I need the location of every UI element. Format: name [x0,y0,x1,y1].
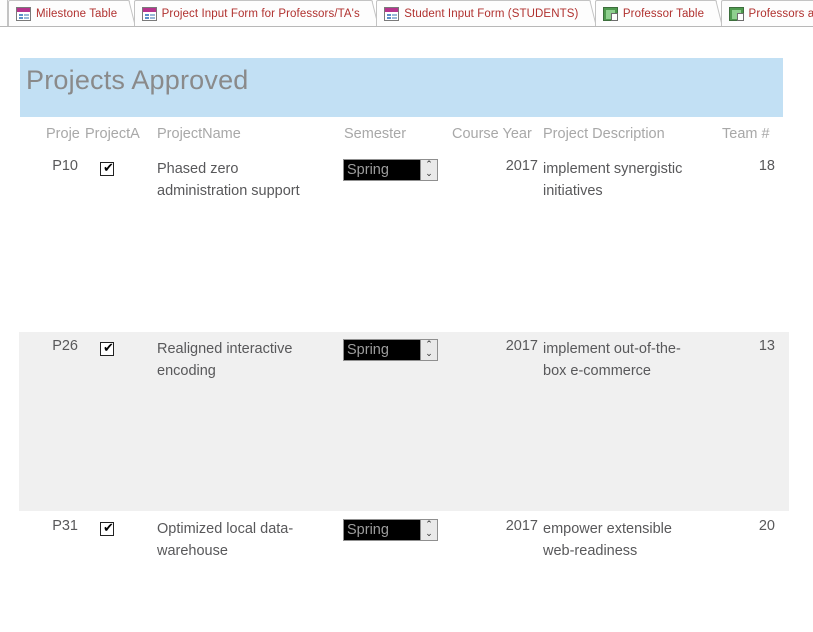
cell-project-name: Phased zero administration support [157,161,300,199]
cell-project-description: implement out-of-the-box e-commerce [543,341,681,379]
chevron-down-icon[interactable]: ⌄ [425,170,433,179]
tab-partial-left-edge [0,0,8,26]
cell-project-name: Realigned interactive encoding [157,341,293,379]
tab-label: Professors and TA [748,7,813,20]
project-approved-checkbox[interactable]: ✔ [100,522,114,536]
semester-value: Spring [344,340,420,360]
semester-combo-box[interactable]: Spring ⌃ ⌄ [343,339,438,361]
semester-spinner[interactable]: ⌃ ⌄ [420,340,437,360]
cell-team-number: 13 [758,338,775,354]
semester-value: Spring [344,520,420,540]
cell-project-description: implement synergistic initiatives [543,161,683,199]
cell-course-year: 2017 [505,518,538,534]
semester-value: Spring [344,160,420,180]
checkmark-icon: ✔ [103,161,114,176]
semester-spinner[interactable]: ⌃ ⌄ [420,520,437,540]
cell-project-name: Optimized local data-warehouse [157,521,294,559]
access-form-icon [141,6,157,21]
semester-combo-box[interactable]: Spring ⌃ ⌄ [343,159,438,181]
cell-project-id: P31 [52,518,78,534]
report-detail-section: P10 ✔ Phased zero administration support… [0,27,813,632]
checkmark-icon: ✔ [103,341,114,356]
project-approved-checkbox[interactable]: ✔ [100,162,114,176]
checkmark-icon: ✔ [103,521,114,536]
tab-professors-and-ta[interactable]: Professors and TA [720,0,813,26]
access-form-icon [384,6,400,21]
access-query-icon [728,6,744,21]
access-query-icon [602,6,618,21]
cell-team-number: 20 [758,518,775,534]
cell-project-description: empower extensible web-readiness [543,521,672,559]
table-row[interactable]: P31 ✔ Optimized local data-warehouse Spr… [0,518,813,632]
report-surface: Projects Approved Proje ProjectA Project… [0,27,813,632]
tab-label: Milestone Table [36,7,118,20]
table-row[interactable]: P10 ✔ Phased zero administration support… [0,158,813,333]
cell-course-year: 2017 [505,338,538,354]
chevron-down-icon[interactable]: ⌄ [425,350,433,359]
project-approved-checkbox[interactable]: ✔ [100,342,114,356]
semester-combo-box[interactable]: Spring ⌃ ⌄ [343,519,438,541]
cell-project-id: P10 [52,158,78,174]
tab-student-input-form[interactable]: Student Input Form (STUDENTS) [376,0,592,26]
object-tab-bar: Milestone Table Project Input Form for P… [0,0,813,27]
semester-spinner[interactable]: ⌃ ⌄ [420,160,437,180]
tab-label: Professor Table [622,7,705,20]
tab-label: Project Input Form for Professors/TA's [161,7,360,20]
tab-label: Student Input Form (STUDENTS) [404,7,579,20]
tab-professor-table[interactable]: Professor Table [594,0,718,26]
tab-project-input-form[interactable]: Project Input Form for Professors/TA's [133,0,373,26]
table-row[interactable]: P26 ✔ Realigned interactive encoding Spr… [0,338,813,513]
cell-team-number: 18 [758,158,775,174]
cell-course-year: 2017 [505,158,538,174]
chevron-down-icon[interactable]: ⌄ [425,530,433,539]
cell-project-id: P26 [52,338,78,354]
tab-milestone-table[interactable]: Milestone Table [8,0,131,26]
access-form-icon [16,6,31,21]
